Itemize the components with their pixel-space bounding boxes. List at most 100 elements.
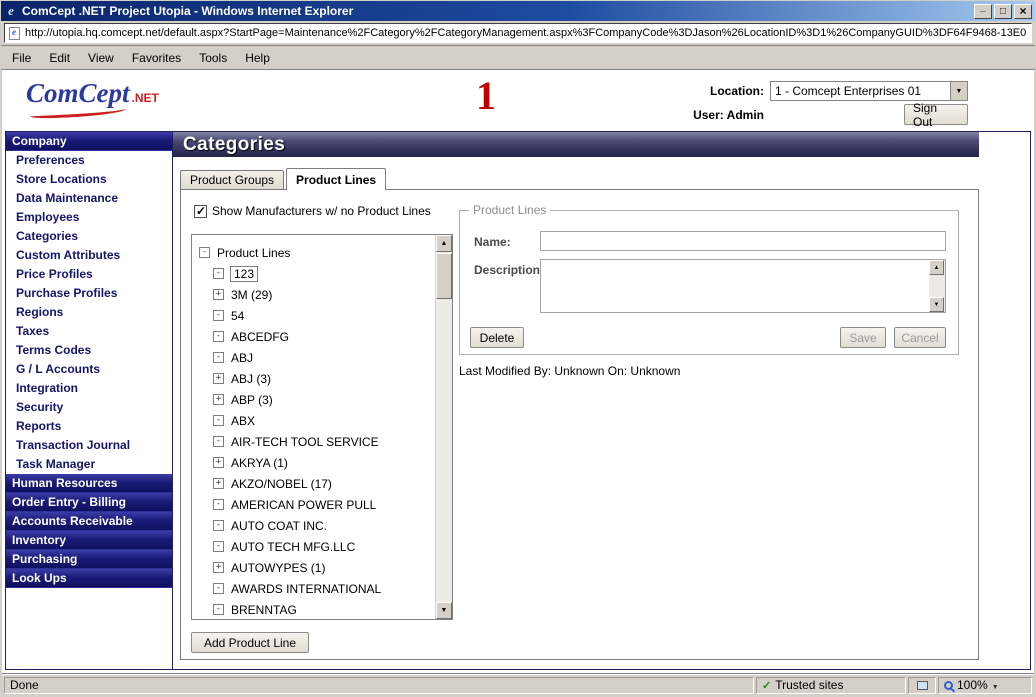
tree-node-label[interactable]: AMERICAN POWER PULL (230, 498, 377, 512)
tree-node[interactable]: + AKRYA (1) (199, 452, 435, 473)
tree-node[interactable]: + ABJ (3) (199, 368, 435, 389)
description-scrollbar[interactable] (929, 260, 945, 312)
tab-product-groups[interactable]: Product Groups (180, 170, 285, 190)
tree-root[interactable]: - Product Lines (199, 242, 435, 263)
location-select[interactable]: 1 - Comcept Enterprises 01 (770, 81, 968, 101)
tree-node-label[interactable]: 3M (29) (230, 288, 273, 302)
save-button[interactable]: Save (840, 327, 886, 348)
menu-favorites[interactable]: Favorites (123, 48, 190, 68)
sidebar-item-transaction-journal[interactable]: Transaction Journal (6, 436, 172, 455)
sidebar-header-company[interactable]: Company (6, 132, 172, 151)
sidebar-item-custom-attributes[interactable]: Custom Attributes (6, 246, 172, 265)
description-textarea[interactable] (540, 259, 946, 313)
tree-expand-icon[interactable]: - (213, 520, 224, 531)
tree-expand-icon[interactable]: - (213, 436, 224, 447)
tree-root-label[interactable]: Product Lines (216, 246, 291, 260)
scrollbar-thumb[interactable] (436, 253, 452, 299)
menu-view[interactable]: View (79, 48, 123, 68)
tree-node[interactable]: - 54 (199, 305, 435, 326)
tree-node[interactable]: - BRENNTAG (199, 599, 435, 619)
zoom-control[interactable]: 100% (938, 676, 1032, 694)
sidebar-header-purchasing[interactable]: Purchasing (6, 550, 172, 569)
tree-node-label[interactable]: AUTO COAT INC. (230, 519, 328, 533)
tree-expand-icon[interactable]: + (213, 394, 224, 405)
zoom-dropdown-icon[interactable] (992, 678, 999, 692)
sidebar-item-purchase-profiles[interactable]: Purchase Profiles (6, 284, 172, 303)
view-mode-panel[interactable] (908, 676, 936, 694)
tree-node-label[interactable]: ABJ (3) (230, 372, 272, 386)
cancel-button[interactable]: Cancel (894, 327, 946, 348)
tree-node-label[interactable]: AKZO/NOBEL (17) (230, 477, 333, 491)
tree-node[interactable]: + ABP (3) (199, 389, 435, 410)
tree-node[interactable]: - AIR-TECH TOOL SERVICE (199, 431, 435, 452)
sidebar-item-taxes[interactable]: Taxes (6, 322, 172, 341)
tree-node[interactable]: - AWARDS INTERNATIONAL (199, 578, 435, 599)
tree-node[interactable]: - AMERICAN POWER PULL (199, 494, 435, 515)
tree-expand-icon[interactable]: - (213, 499, 224, 510)
tree-node-label[interactable]: AIR-TECH TOOL SERVICE (230, 435, 380, 449)
sidebar-item-reports[interactable]: Reports (6, 417, 172, 436)
sidebar-item-store-locations[interactable]: Store Locations (6, 170, 172, 189)
tree-node-label[interactable]: AUTO TECH MFG.LLC (230, 540, 356, 554)
tree-expand-icon[interactable]: - (213, 583, 224, 594)
menu-edit[interactable]: Edit (40, 48, 79, 68)
sidebar-item-gl-accounts[interactable]: G / L Accounts (6, 360, 172, 379)
tree-expand-icon[interactable]: - (213, 331, 224, 342)
menu-file[interactable]: File (3, 48, 40, 68)
tree-node-label[interactable]: 54 (230, 309, 245, 323)
tree-expand-icon[interactable]: + (213, 562, 224, 573)
sidebar-header-inventory[interactable]: Inventory (6, 531, 172, 550)
sign-out-button[interactable]: Sign Out (904, 101, 968, 129)
sidebar-item-categories[interactable]: Categories (6, 227, 172, 246)
tree-node[interactable]: + AUTOWYPES (1) (199, 557, 435, 578)
sidebar-item-terms-codes[interactable]: Terms Codes (6, 341, 172, 360)
sidebar-item-integration[interactable]: Integration (6, 379, 172, 398)
sidebar-header-order-entry-billing[interactable]: Order Entry - Billing (6, 493, 172, 512)
sidebar-item-data-maintenance[interactable]: Data Maintenance (6, 189, 172, 208)
maximize-button[interactable] (994, 3, 1012, 19)
tree-node-label[interactable]: AUTOWYPES (1) (230, 561, 326, 575)
tree-node[interactable]: - ABCEDFG (199, 326, 435, 347)
add-product-line-button[interactable]: Add Product Line (191, 632, 309, 653)
tree-expand-icon[interactable]: - (213, 541, 224, 552)
sidebar-item-preferences[interactable]: Preferences (6, 151, 172, 170)
tree-expand-icon[interactable]: + (213, 478, 224, 489)
tree-node[interactable]: - AUTO TECH MFG.LLC (199, 536, 435, 557)
tree-expand-icon[interactable]: - (213, 415, 224, 426)
tree-node-label[interactable]: ABJ (230, 351, 254, 365)
sidebar-header-human-resources[interactable]: Human Resources (6, 474, 172, 493)
delete-button[interactable]: Delete (470, 327, 524, 348)
tree-node-label[interactable]: AKRYA (1) (230, 456, 289, 470)
tree-node[interactable]: + AKZO/NOBEL (17) (199, 473, 435, 494)
scroll-up-icon[interactable] (436, 235, 452, 252)
tree-node-label[interactable]: AWARDS INTERNATIONAL (230, 582, 382, 596)
tree-collapse-icon[interactable]: - (199, 247, 210, 258)
name-input[interactable] (540, 231, 946, 251)
sidebar-item-employees[interactable]: Employees (6, 208, 172, 227)
scroll-up-icon[interactable] (929, 260, 944, 275)
tree-expand-icon[interactable]: - (213, 268, 224, 279)
tree-node[interactable]: - AUTO COAT INC. (199, 515, 435, 536)
tree-node[interactable]: - ABX (199, 410, 435, 431)
tree-expand-icon[interactable]: + (213, 373, 224, 384)
tree-node-label[interactable]: ABCEDFG (230, 330, 290, 344)
sidebar-item-task-manager[interactable]: Task Manager (6, 455, 172, 474)
address-input[interactable]: http://utopia.hq.comcept.net/default.asp… (4, 23, 1032, 43)
sidebar-header-accounts-receivable[interactable]: Accounts Receivable (6, 512, 172, 531)
tree-expand-icon[interactable]: - (213, 604, 224, 615)
minimize-button[interactable] (974, 3, 992, 19)
scroll-down-icon[interactable] (929, 297, 944, 312)
sidebar-item-security[interactable]: Security (6, 398, 172, 417)
tree-node[interactable]: + 3M (29) (199, 284, 435, 305)
tree-expand-icon[interactable]: - (213, 352, 224, 363)
show-manufacturers-checkbox[interactable] (194, 204, 207, 218)
tree-node[interactable]: - 123 (199, 263, 435, 284)
dropdown-arrow-icon[interactable] (950, 82, 967, 100)
tree-scrollbar[interactable] (435, 235, 452, 619)
menu-help[interactable]: Help (236, 48, 279, 68)
close-button[interactable] (1014, 3, 1032, 19)
tree-node-label[interactable]: ABX (230, 414, 256, 428)
tree-node[interactable]: - ABJ (199, 347, 435, 368)
tree-node-label[interactable]: 123 (230, 265, 259, 282)
sidebar-item-price-profiles[interactable]: Price Profiles (6, 265, 172, 284)
